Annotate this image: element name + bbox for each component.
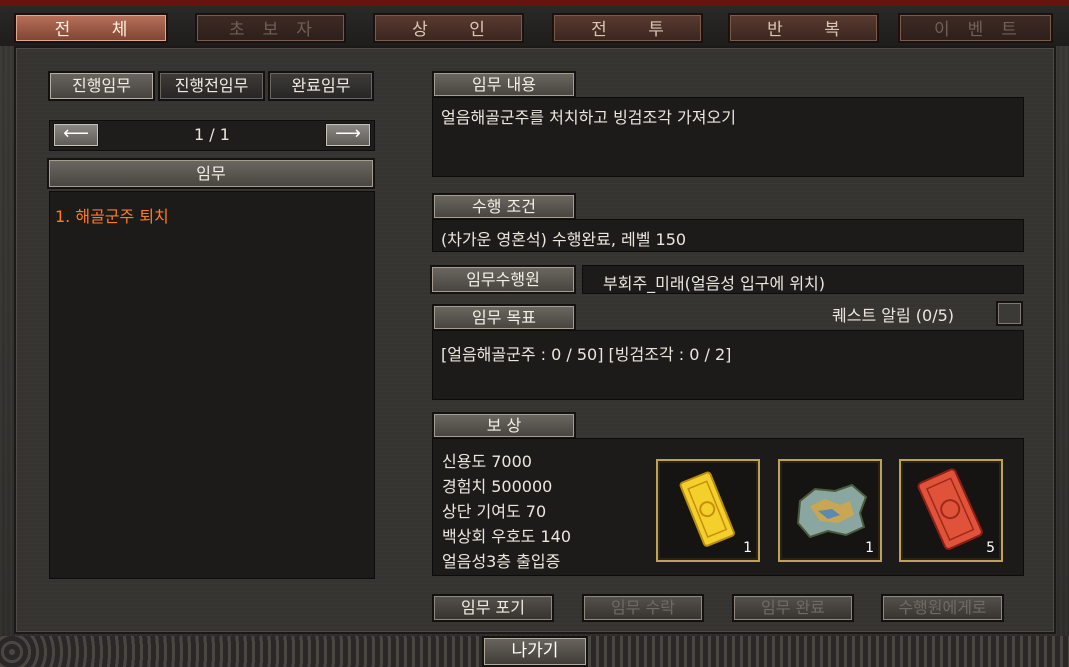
item-count: 1 — [743, 540, 752, 556]
item-count: 5 — [986, 540, 995, 556]
goal-label: 임무 목표 — [432, 304, 576, 331]
reward-item-slot[interactable]: 1 — [778, 459, 882, 562]
accept-button[interactable]: 임무 수락 — [582, 594, 704, 622]
condition-label: 수행 조건 — [432, 193, 576, 220]
subtab-completed[interactable]: 완료임무 — [268, 71, 374, 101]
quest-notify-label: 퀘스트 알림 (0/5) — [832, 306, 955, 325]
list-item[interactable]: 1. 해골군주 퇴치 — [55, 203, 169, 227]
tab-merchant[interactable]: 상 인 — [373, 13, 524, 43]
subtab-in-progress[interactable]: 진행임무 — [48, 71, 155, 101]
tab-event[interactable]: 이벤트 — [898, 13, 1053, 43]
reward-friendship: 백상회 우호도 140 — [442, 527, 572, 546]
reward-contribution: 상단 기여도 70 — [442, 502, 547, 521]
category-tab-bar: 전 체 초보자 상 인 전 투 반 복 이벤트 — [0, 6, 1069, 46]
reward-credit: 신용도 7000 — [442, 452, 532, 471]
tab-beginner[interactable]: 초보자 — [195, 13, 346, 43]
reward-exp: 경험치 500000 — [442, 477, 553, 496]
item-count: 1 — [865, 540, 874, 556]
subtab-before-progress[interactable]: 진행전임무 — [158, 71, 265, 101]
giveup-button[interactable]: 임무 포기 — [432, 594, 554, 622]
complete-button[interactable]: 임무 완료 — [732, 594, 854, 622]
condition-text: (차가운 영혼석) 수행완료, 레벨 150 — [432, 219, 1024, 252]
tab-all[interactable]: 전 체 — [14, 13, 168, 43]
reward-item-slot[interactable]: 5 — [899, 459, 1003, 562]
npc-label: 임무수행원 — [430, 265, 576, 294]
reward-label: 보 상 — [432, 412, 576, 439]
tab-repeat[interactable]: 반 복 — [728, 13, 879, 43]
reward-pass: 얼음성3층 출입증 — [442, 552, 561, 571]
goal-text: [얼음해골군주 : 0 / 50] [빙검조각 : 0 / 2] — [432, 330, 1024, 400]
quest-list-header: 임무 — [47, 158, 375, 189]
content-text: 얼음해골군주를 처치하고 빙검조각 가져오기 — [432, 97, 1024, 177]
arrow-right-icon[interactable]: ⟶ — [325, 123, 371, 147]
content-label: 임무 내용 — [432, 71, 576, 98]
quest-pager: ⟵ 1 / 1 ⟶ — [49, 120, 375, 151]
tab-combat[interactable]: 전 투 — [552, 13, 703, 43]
go-to-npc-button[interactable]: 수행원에게로 — [881, 594, 1004, 622]
quest-list: 1. 해골군주 퇴치 — [49, 191, 375, 579]
npc-text[interactable]: 부회주_미래(얼음성 입구에 위치) — [582, 265, 1024, 294]
exit-button[interactable]: 나가기 — [482, 636, 588, 667]
reward-item-slot[interactable]: 1 — [656, 459, 760, 562]
quest-notify-checkbox[interactable] — [996, 301, 1023, 326]
